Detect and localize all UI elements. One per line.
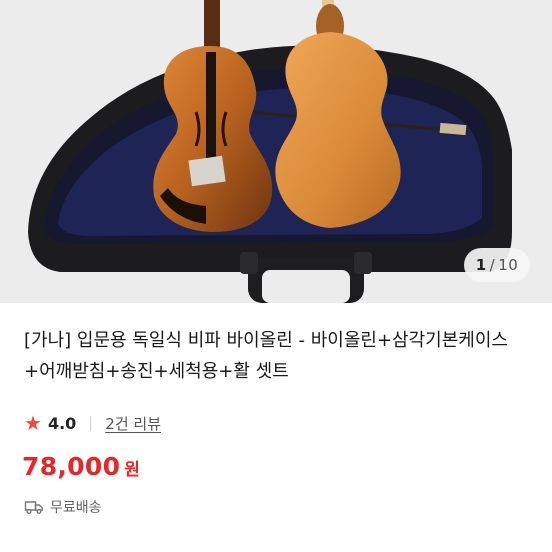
- price-amount: 78,000: [22, 452, 121, 481]
- review-count-link[interactable]: 2건 리뷰: [105, 413, 161, 434]
- rating-row: ★ 4.0 2건 리뷰: [24, 410, 161, 436]
- shipping-info: 무료배송: [24, 497, 102, 517]
- rating-divider: [90, 415, 92, 431]
- rating-score: 4.0: [47, 413, 77, 433]
- image-counter: 1 / 10: [464, 248, 530, 282]
- star-icon: ★: [24, 411, 42, 435]
- image-counter-separator: /: [489, 256, 496, 274]
- image-counter-current: 1: [475, 256, 487, 274]
- product-title: [가나] 입문용 독일식 비파 바이올린 - 바이올린+삼각기본케이스+어깨받침…: [24, 330, 508, 382]
- product-image[interactable]: 1 / 10: [0, 0, 552, 303]
- shipping-label: 무료배송: [50, 500, 102, 516]
- image-counter-total: 10: [498, 256, 519, 274]
- price-unit: 원: [124, 460, 140, 480]
- truck-icon: [24, 499, 44, 515]
- price: 78,000 원: [22, 452, 140, 481]
